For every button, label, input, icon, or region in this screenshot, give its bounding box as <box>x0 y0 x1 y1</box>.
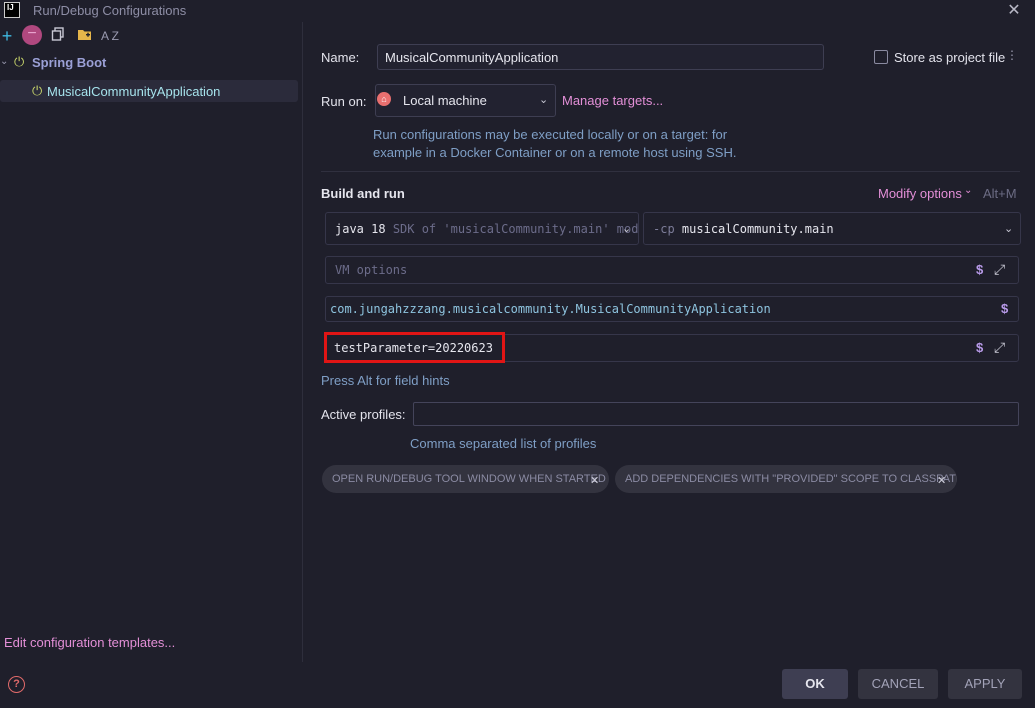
help-icon[interactable]: ? <box>8 676 25 693</box>
intellij-logo-icon: IJ <box>4 2 20 18</box>
run-on-value[interactable]: Local machine <box>403 93 487 108</box>
jdk-select[interactable]: java 18 SDK of 'musicalCommunity.main' m… <box>325 212 639 245</box>
run-on-hint: example in a Docker Container or on a re… <box>373 145 737 160</box>
edit-configuration-templates-link[interactable]: Edit configuration templates... <box>4 635 175 650</box>
chevron-down-icon[interactable]: ⌄ <box>964 185 972 196</box>
copy-configuration-icon[interactable] <box>48 26 68 46</box>
chevron-down-icon[interactable]: ⌄ <box>539 93 548 106</box>
add-configuration-icon[interactable]: + <box>0 26 17 46</box>
sort-alphabetically-icon[interactable]: A Z <box>100 26 120 46</box>
spring-boot-icon: ⏻ <box>14 54 25 69</box>
jdk-version: java 18 <box>335 222 386 236</box>
store-as-project-file-label[interactable]: Store as project file <box>894 50 1005 65</box>
chevron-down-icon[interactable]: ⌄ <box>1004 222 1013 235</box>
ok-button[interactable]: OK <box>782 669 848 699</box>
apply-button[interactable]: APPLY <box>948 669 1022 699</box>
highlight-box <box>324 332 505 363</box>
active-profiles-hint: Comma separated list of profiles <box>410 436 597 451</box>
jdk-description: SDK of 'musicalCommunity.main' mod <box>392 222 639 236</box>
modify-options-link[interactable]: Modify options <box>878 186 962 201</box>
store-as-project-file-checkbox[interactable] <box>874 50 888 64</box>
option-chip[interactable]: ADD DEPENDENCIES WITH "PROVIDED" SCOPE T… <box>615 465 957 493</box>
expand-icon[interactable]: ⤢ <box>994 261 1005 278</box>
modify-options-shortcut: Alt+M <box>983 186 1017 201</box>
window-title: Run/Debug Configurations <box>33 3 187 18</box>
manage-targets-link[interactable]: Manage targets... <box>562 93 663 108</box>
move-into-folder-icon[interactable] <box>74 26 94 46</box>
divider <box>321 171 1020 172</box>
remove-configuration-icon[interactable]: − <box>22 25 42 45</box>
cancel-button[interactable]: CANCEL <box>858 669 938 699</box>
spring-boot-run-config-icon: ⏻ <box>32 83 43 98</box>
main-class-input[interactable]: com.jungahzzzang.musicalcommunity.Musica… <box>325 296 1019 322</box>
chevron-down-icon[interactable]: ⌄ <box>622 222 631 235</box>
active-profiles-label: Active profiles: <box>321 407 406 422</box>
vm-options-input[interactable]: VM options <box>325 256 1019 284</box>
chevron-down-icon[interactable]: ⌄ <box>0 56 8 67</box>
more-options-icon[interactable]: ⋮ <box>1006 48 1018 62</box>
tree-item-label[interactable]: MusicalCommunityApplication <box>47 84 220 99</box>
local-machine-icon: ⌂ <box>377 92 391 106</box>
name-input[interactable]: MusicalCommunityApplication <box>377 44 824 70</box>
run-on-hint: Run configurations may be executed local… <box>373 127 728 142</box>
expand-icon[interactable]: ⤢ <box>994 339 1005 356</box>
active-profiles-input[interactable] <box>413 402 1019 426</box>
close-icon[interactable]: ✕ <box>1005 0 1023 20</box>
configurations-tree-panel <box>0 22 303 662</box>
chip-close-icon[interactable]: ✕ <box>590 474 599 487</box>
vm-options-placeholder: VM options <box>335 263 408 277</box>
option-chip[interactable]: OPEN RUN/DEBUG TOOL WINDOW WHEN STARTED <box>322 465 609 493</box>
tree-group-spring-boot[interactable]: Spring Boot <box>32 55 106 70</box>
field-hints-text: Press Alt for field hints <box>321 373 450 388</box>
chip-close-icon[interactable]: ✕ <box>937 474 946 487</box>
run-on-label: Run on: <box>321 94 367 109</box>
classpath-prefix: -cp <box>653 222 675 236</box>
insert-macro-icon[interactable]: $ <box>1001 301 1008 316</box>
insert-macro-icon[interactable]: $ <box>976 340 983 355</box>
insert-macro-icon[interactable]: $ <box>976 262 983 277</box>
classpath-module: musicalCommunity.main <box>681 222 834 236</box>
name-label: Name: <box>321 50 360 65</box>
build-and-run-heading: Build and run <box>321 186 405 201</box>
classpath-module-select[interactable]: -cp musicalCommunity.main <box>643 212 1021 245</box>
